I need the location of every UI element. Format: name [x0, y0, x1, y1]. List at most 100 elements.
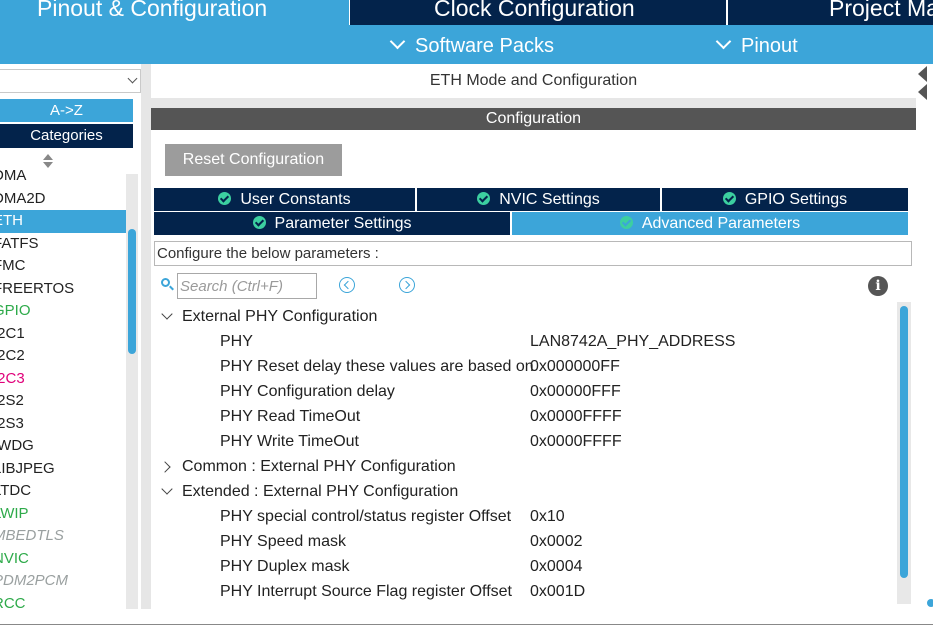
chevron-down-icon[interactable]	[161, 308, 173, 320]
param-name: PHY Configuration delay	[220, 383, 395, 400]
collapse-panel-icon[interactable]	[917, 64, 933, 104]
category-item[interactable]: I2S3	[0, 413, 126, 436]
category-item[interactable]: DMA	[0, 165, 126, 188]
param-name: PHY Duplex mask	[220, 558, 350, 575]
tab-pinout-configuration[interactable]: Pinout & Configuration	[0, 0, 349, 25]
panel-divider[interactable]	[141, 64, 151, 609]
param-row[interactable]: PHY Interrupt Source Flag register Offse…	[151, 579, 896, 604]
param-value[interactable]: 0x000000FF	[530, 354, 620, 379]
parameter-tree: External PHY Configuration PHY LAN8742A_P…	[151, 304, 896, 604]
parameter-tree-scrollbar[interactable]	[897, 302, 911, 604]
tab-parameter-settings[interactable]: Parameter Settings	[154, 212, 510, 235]
category-item[interactable]: RCC	[0, 593, 126, 610]
tree-group-common-phy[interactable]: Common : External PHY Configuration	[151, 454, 896, 479]
param-row[interactable]: PHY LAN8742A_PHY_ADDRESS	[151, 329, 896, 354]
chevron-down-icon	[127, 73, 138, 84]
param-value[interactable]: 0x00000FFF	[530, 379, 621, 404]
separator[interactable]	[151, 98, 916, 108]
search-previous-icon[interactable]	[339, 277, 355, 293]
category-list-scrollbar[interactable]	[126, 174, 138, 609]
category-item[interactable]: FMC	[0, 255, 126, 278]
category-item[interactable]: GPIO	[0, 300, 126, 323]
tree-group-external-phy[interactable]: External PHY Configuration	[151, 304, 896, 329]
param-name: PHY Read TimeOut	[220, 408, 361, 425]
chevron-right-icon[interactable]	[159, 461, 171, 473]
category-item[interactable]: I2C3	[0, 368, 126, 391]
category-item[interactable]: MBEDTLS	[0, 525, 126, 548]
dropdown-label: Software Packs	[415, 35, 554, 57]
param-name: PHY special control/status register Offs…	[220, 508, 512, 525]
top-tab-bar: Pinout & Configuration Clock Configurati…	[0, 0, 933, 25]
check-circle-icon	[722, 192, 736, 205]
category-item[interactable]: I2C2	[0, 345, 126, 368]
config-tabs-row-1: User Constants NVIC Settings GPIO Settin…	[154, 188, 908, 211]
categories-panel: A->Z Categories DMADMA2DETHFATFSFMCFREER…	[0, 64, 141, 609]
category-item[interactable]: FREERTOS	[0, 278, 126, 301]
software-packs-dropdown[interactable]: Software Packs	[389, 33, 554, 58]
tab-label: GPIO Settings	[744, 191, 848, 208]
reset-configuration-button[interactable]: Reset Configuration	[165, 144, 342, 176]
param-value[interactable]: 0x0002	[530, 529, 583, 554]
param-value[interactable]: LAN8742A_PHY_ADDRESS	[530, 329, 735, 354]
tab-label: NVIC Settings	[499, 191, 600, 208]
tab-label: Clock Configuration	[434, 0, 635, 21]
param-row[interactable]: PHY Read TimeOut 0x0000FFFF	[151, 404, 896, 429]
group-label: Common : External PHY Configuration	[182, 458, 456, 475]
pinout-dropdown[interactable]: Pinout	[715, 33, 798, 58]
chevron-down-icon	[389, 33, 406, 50]
category-item[interactable]: ETH	[0, 210, 126, 233]
category-item[interactable]: LIBJPEG	[0, 458, 126, 481]
param-row[interactable]: PHY Write TimeOut 0x0000FFFF	[151, 429, 896, 454]
param-value[interactable]: 0x10	[530, 504, 565, 529]
check-circle-icon	[252, 216, 266, 229]
category-item[interactable]: NVIC	[0, 548, 126, 571]
param-row[interactable]: PHY Configuration delay 0x00000FFF	[151, 379, 896, 404]
param-value[interactable]: 0x0004	[530, 554, 583, 579]
search-input[interactable]	[177, 273, 317, 299]
category-item[interactable]: PDM2PCM	[0, 570, 126, 593]
category-item[interactable]: LTDC	[0, 480, 126, 503]
configuration-header: Configuration	[151, 108, 916, 130]
param-value[interactable]: 0x0000FFFF	[530, 429, 622, 454]
divider	[0, 624, 933, 625]
param-row[interactable]: PHY Speed mask 0x0002	[151, 529, 896, 554]
category-item[interactable]: LWIP	[0, 503, 126, 526]
tab-label: Parameter Settings	[274, 215, 412, 232]
tree-group-extended-phy[interactable]: Extended : External PHY Configuration	[151, 479, 896, 504]
check-circle-icon	[218, 192, 232, 205]
param-value[interactable]: 0x0000FFFF	[530, 404, 622, 429]
sub-toolbar: Software Packs Pinout	[0, 25, 933, 64]
chevron-down-icon[interactable]	[161, 483, 173, 495]
param-name: PHY	[220, 333, 253, 350]
resize-handle[interactable]	[927, 599, 933, 607]
tab-nvic-settings[interactable]: NVIC Settings	[417, 188, 660, 211]
search-next-icon[interactable]	[399, 277, 415, 293]
category-item[interactable]: I2C1	[0, 323, 126, 346]
info-icon[interactable]: i	[868, 276, 888, 296]
tab-clock-configuration[interactable]: Clock Configuration	[350, 0, 726, 25]
param-name: PHY Reset delay these values are based o…	[220, 358, 534, 375]
category-item[interactable]: FATFS	[0, 233, 126, 256]
check-circle-icon	[477, 192, 491, 205]
param-row[interactable]: PHY Reset delay these values are based o…	[151, 354, 896, 379]
category-item[interactable]: DMA2D	[0, 188, 126, 211]
scrollbar-thumb[interactable]	[900, 306, 908, 578]
param-row[interactable]: PHY special control/status register Offs…	[151, 504, 896, 529]
param-name: PHY Write TimeOut	[220, 433, 359, 450]
param-row[interactable]: PHY Duplex mask 0x0004	[151, 554, 896, 579]
sort-az-button[interactable]: A->Z	[0, 99, 133, 122]
scrollbar-thumb[interactable]	[128, 229, 136, 354]
param-value[interactable]: 0x001D	[530, 579, 585, 604]
tab-gpio-settings[interactable]: GPIO Settings	[662, 188, 908, 211]
tab-label: Pinout & Configuration	[37, 0, 268, 21]
category-item[interactable]: IWDG	[0, 435, 126, 458]
tab-label: Project Ma	[829, 0, 933, 21]
categories-button[interactable]: Categories	[0, 124, 133, 148]
category-filter-select[interactable]	[0, 69, 141, 93]
tab-advanced-parameters[interactable]: Advanced Parameters	[512, 212, 908, 235]
param-name: PHY Interrupt Source Flag register Offse…	[220, 583, 512, 600]
configure-parameters-label: Configure the below parameters :	[154, 241, 912, 266]
tab-user-constants[interactable]: User Constants	[154, 188, 415, 211]
tab-project-manager[interactable]: Project Ma	[728, 0, 933, 25]
category-item[interactable]: I2S2	[0, 390, 126, 413]
